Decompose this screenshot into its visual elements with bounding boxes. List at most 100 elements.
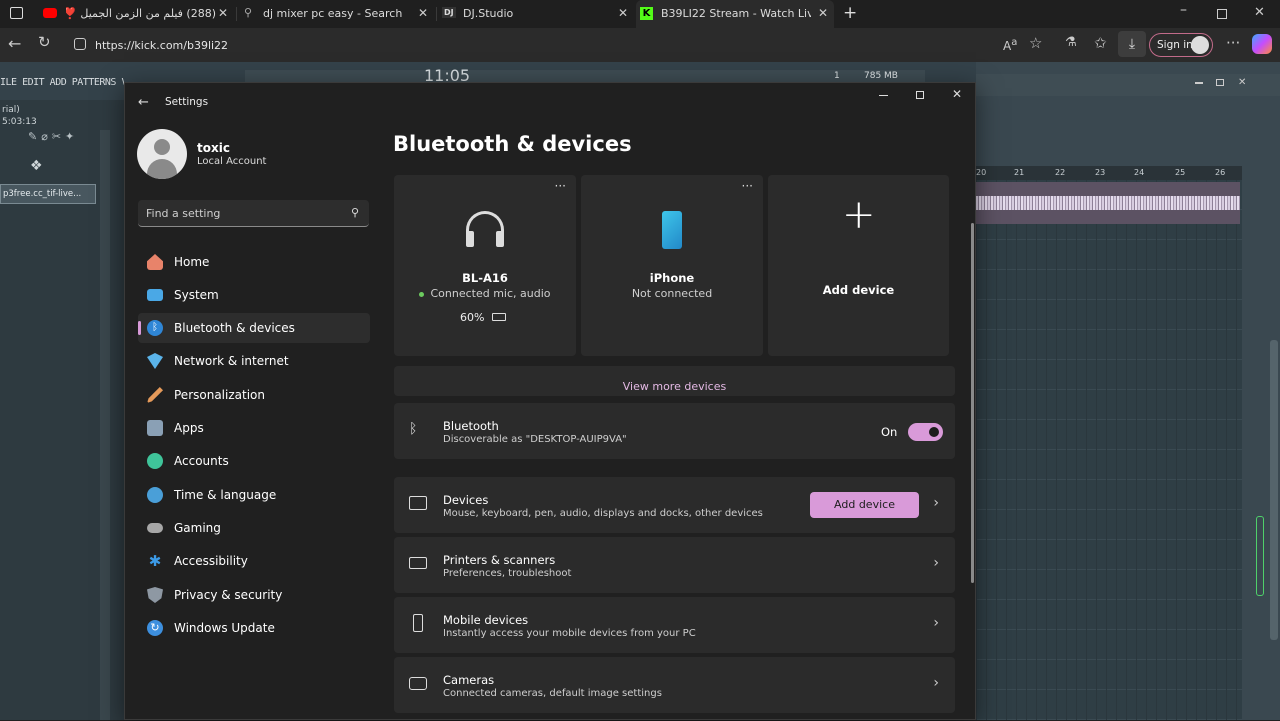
more-icon[interactable]: ··· — [1226, 34, 1240, 52]
tab-actions-icon[interactable] — [10, 7, 23, 19]
nav-time-language[interactable]: Time & language — [138, 480, 370, 510]
fl-tools-icons: ✎⌀✂✦ — [28, 130, 79, 143]
restore-icon[interactable] — [1217, 9, 1227, 19]
add-device-label: Add device — [822, 283, 895, 297]
nav-system[interactable]: System — [138, 280, 370, 310]
phone-icon — [662, 211, 682, 249]
sign-in-button[interactable]: Sign in — [1149, 33, 1213, 57]
back-icon[interactable]: ← — [8, 34, 21, 53]
address-bar[interactable]: https://kick.com/b39li22 — [68, 33, 308, 57]
row-title: Printers & scanners — [443, 553, 556, 567]
nav-personalization[interactable]: Personalization — [138, 380, 370, 410]
close-icon[interactable]: ✕ — [418, 6, 428, 20]
network-icon — [147, 353, 163, 369]
fl-maximize-icon[interactable] — [1216, 79, 1224, 86]
close-window-icon[interactable]: ✕ — [1254, 5, 1265, 20]
new-tab-icon[interactable]: + — [843, 3, 857, 23]
update-icon: ↻ — [147, 620, 163, 636]
fl-time-label: 5:03:13 — [2, 117, 37, 127]
add-device-card[interactable]: + Add device — [768, 175, 949, 356]
row-title: Cameras — [443, 673, 495, 687]
url-text: https://kick.com/b39li22 — [95, 39, 229, 52]
site-info-icon — [74, 38, 86, 50]
download-icon[interactable]: ⤓ — [1118, 31, 1146, 57]
bluetooth-toggle[interactable] — [908, 423, 943, 441]
kick-icon: K — [640, 7, 653, 20]
keyboard-mouse-icon — [409, 496, 427, 510]
browser-tab-djstudio[interactable]: DJ DJ.Studio ✕ — [438, 0, 634, 28]
fl-clip-item[interactable]: p3free.cc_tif-live... — [0, 184, 96, 204]
row-title: Mobile devices — [443, 613, 529, 627]
system-icon — [147, 289, 163, 301]
refresh-icon[interactable]: ↻ — [38, 33, 51, 51]
row-subtitle: Mouse, keyboard, pen, audio, displays an… — [443, 508, 763, 519]
add-device-button[interactable]: Add device — [810, 492, 919, 518]
nav-accounts[interactable]: Accounts — [138, 446, 370, 476]
settings-scrollbar[interactable] — [971, 223, 974, 583]
row-title: Devices — [443, 493, 489, 507]
back-icon[interactable]: ← — [138, 95, 149, 110]
device-card-headset[interactable]: ··· BL-A16 Connected mic, audio 60% — [394, 175, 576, 356]
browser-tab-bar: (288) فيلم من الزمن الجميل ❣️ صو... ✕ ⚲ … — [0, 0, 1280, 28]
bluetooth-row: ᛒ Bluetooth Discoverable as "DESKTOP-AUI… — [394, 403, 955, 459]
fl-memory: 785 MB — [864, 71, 898, 81]
search-placeholder: Find a setting — [146, 207, 221, 220]
device-status: Connected mic, audio — [394, 287, 576, 300]
device-card-iphone[interactable]: ··· iPhone Not connected — [581, 175, 763, 356]
search-input[interactable]: Find a setting ⚲ — [138, 200, 369, 227]
settings-nav-panel: toxic Local Account Find a setting ⚲ Hom… — [125, 123, 383, 721]
browser-tab-kick[interactable]: K B39LI22 Stream - Watch Live on K ✕ — [636, 0, 834, 28]
fl-green-handle[interactable] — [1256, 516, 1264, 596]
youtube-icon — [43, 8, 57, 18]
fl-close-icon[interactable]: ✕ — [1238, 77, 1246, 88]
close-icon[interactable]: ✕ — [218, 6, 228, 20]
favorites-icon[interactable]: ✩ — [1094, 34, 1107, 52]
read-aloud-icon[interactable]: Aa — [1003, 37, 1017, 53]
minimize-icon[interactable]: – — [1180, 2, 1187, 18]
djstudio-icon: DJ — [442, 7, 456, 18]
devices-row[interactable]: Devices Mouse, keyboard, pen, audio, dis… — [394, 477, 955, 533]
battery-icon — [492, 313, 506, 321]
bluetooth-icon: ᛒ — [147, 320, 163, 336]
nav-bluetooth-devices[interactable]: ᛒ Bluetooth & devices — [138, 313, 370, 343]
nav-windows-update[interactable]: ↻ Windows Update — [138, 613, 370, 643]
nav-gaming[interactable]: Gaming — [138, 513, 370, 543]
nav-apps[interactable]: Apps — [138, 413, 370, 443]
fl-minimize-icon[interactable] — [1195, 82, 1203, 84]
copilot-icon[interactable] — [1252, 34, 1272, 54]
apps-icon — [147, 420, 163, 436]
tab-title: B39LI22 Stream - Watch Live on K — [661, 7, 811, 20]
maximize-icon[interactable] — [916, 91, 924, 99]
fl-menu-bar[interactable]: ILE EDIT ADD PATTERNS VIEW OPTIONS TOOLS… — [0, 74, 124, 94]
nav-accessibility[interactable]: ✱ Accessibility — [138, 546, 370, 576]
nav-network[interactable]: Network & internet — [138, 346, 370, 376]
close-icon[interactable]: ✕ — [818, 6, 828, 20]
cameras-row[interactable]: Cameras Connected cameras, default image… — [394, 657, 955, 713]
globe-icon — [147, 487, 163, 503]
more-options-icon[interactable]: ··· — [555, 179, 566, 193]
printers-scanners-row[interactable]: Printers & scanners Preferences, trouble… — [394, 537, 955, 593]
mobile-devices-row[interactable]: Mobile devices Instantly access your mob… — [394, 597, 955, 653]
fl-playlist-grid[interactable] — [976, 180, 1242, 720]
view-more-label: View more devices — [622, 380, 727, 393]
close-icon[interactable]: ✕ — [952, 87, 962, 101]
settings-window: ← Settings ✕ toxic Local Account Find a … — [124, 82, 976, 720]
close-icon[interactable]: ✕ — [618, 6, 628, 20]
fl-scrollbar[interactable] — [1270, 340, 1278, 640]
extensions-icon[interactable]: ⚗ — [1065, 35, 1077, 50]
brush-icon — [147, 387, 163, 403]
more-options-icon[interactable]: ··· — [742, 179, 753, 193]
fl-counter: 1 — [834, 71, 840, 81]
nav-home[interactable]: Home — [138, 247, 370, 277]
view-more-devices[interactable]: View more devices — [394, 366, 955, 396]
browser-tab-search[interactable]: ⚲ dj mixer pc easy - Search ✕ — [238, 0, 434, 28]
device-name: BL-A16 — [462, 271, 508, 285]
plus-icon: + — [842, 192, 876, 238]
fl-audio-clip[interactable] — [976, 182, 1240, 224]
chevron-right-icon: › — [933, 495, 939, 511]
favorite-icon[interactable]: ☆ — [1029, 34, 1042, 52]
minimize-icon[interactable] — [879, 95, 888, 96]
nav-privacy-security[interactable]: Privacy & security — [138, 580, 370, 610]
browser-tab-youtube[interactable]: (288) فيلم من الزمن الجميل ❣️ صو... ✕ — [38, 0, 234, 28]
row-subtitle: Preferences, troubleshoot — [443, 568, 572, 579]
